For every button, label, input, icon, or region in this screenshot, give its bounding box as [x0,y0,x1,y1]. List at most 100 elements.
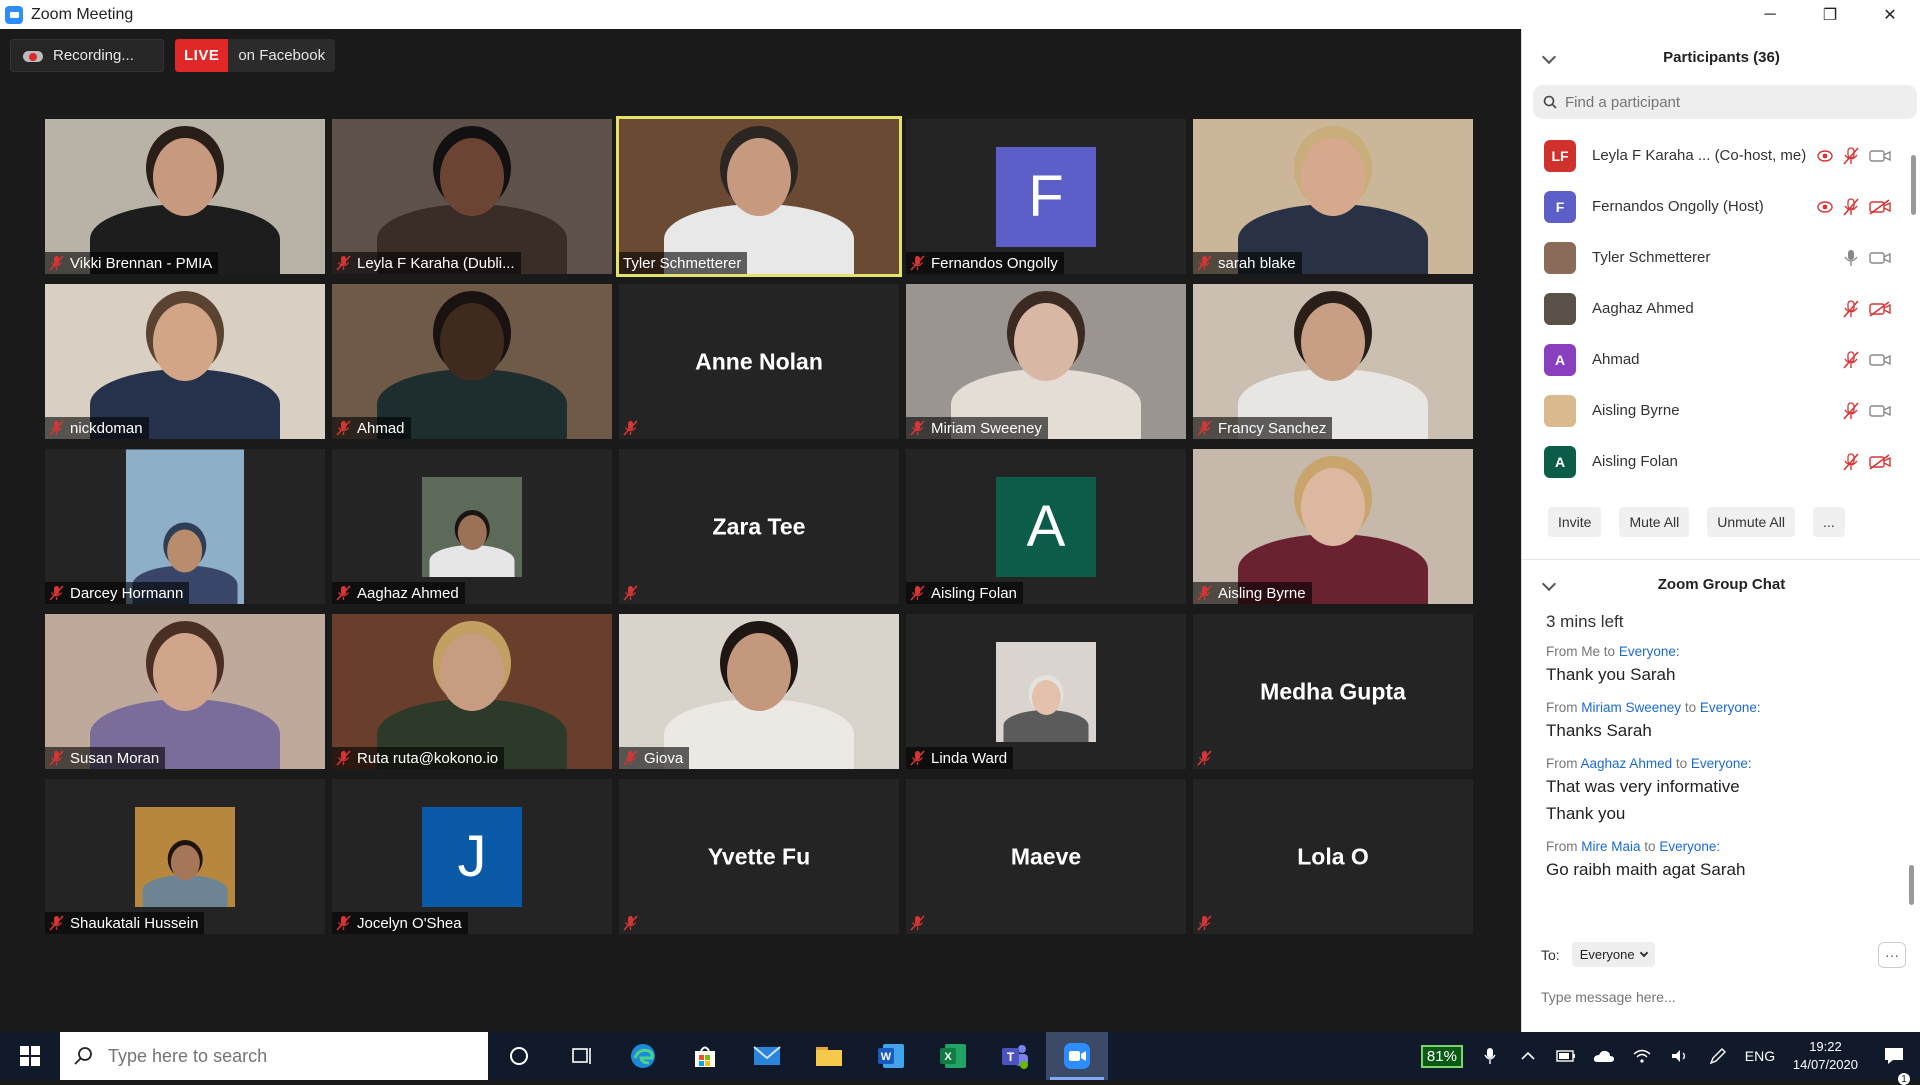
participant-row[interactable]: Aaghaz Ahmed [1522,283,1920,334]
video-tile[interactable]: Tyler Schmetterer [616,116,902,277]
video-tile[interactable]: Lola O [1193,779,1473,934]
participant-list-scrollbar[interactable] [1911,155,1916,215]
participant-search-input[interactable] [1565,93,1865,111]
video-tile[interactable]: nickdoman [45,284,325,439]
video-tile[interactable]: Aisling Byrne [1193,449,1473,604]
video-tile[interactable]: Ahmad [332,284,612,439]
chat-scrollbar[interactable] [1909,865,1914,905]
mic-muted-icon[interactable] [1843,350,1859,369]
video-tile[interactable]: Miriam Sweeney [906,284,1186,439]
video-on-icon[interactable] [1869,149,1891,163]
mic-muted-icon[interactable] [1843,401,1859,420]
mic-on-icon[interactable] [1843,249,1859,267]
battery-indicator[interactable]: 81% [1420,1044,1463,1068]
collapse-chevron-icon[interactable] [1541,49,1557,65]
cortana-button[interactable] [488,1032,550,1080]
video-on-icon[interactable] [1869,404,1891,418]
video-tile[interactable]: Maeve [906,779,1186,934]
chat-sender[interactable]: Aaghaz Ahmed [1581,756,1673,771]
mic-muted-icon[interactable] [1843,452,1859,471]
video-tile[interactable]: F Fernandos Ongolly [906,119,1186,274]
start-button[interactable] [0,1032,60,1080]
store-button[interactable] [674,1032,736,1080]
recipient-select[interactable]: Everyone [1571,942,1655,967]
chat-recipient[interactable]: Everyone: [1659,839,1720,854]
video-tile[interactable]: Yvette Fu [619,779,899,934]
participant-search[interactable] [1533,85,1917,119]
minimize-button[interactable]: ─ [1740,0,1800,29]
chat-message-input[interactable] [1541,989,1901,1005]
more-options-button[interactable]: ... [1812,507,1845,537]
volume-icon[interactable] [1661,1049,1699,1063]
close-button[interactable]: ✕ [1860,0,1920,29]
to-word: to [1603,644,1616,659]
wifi-icon[interactable] [1623,1049,1661,1063]
chat-sender[interactable]: Miriam Sweeney [1581,700,1681,715]
video-tile[interactable]: Giova [619,614,899,769]
mute-all-button[interactable]: Mute All [1619,507,1690,537]
participant-row[interactable]: LF Leyla F Karaha ... (Co-host, me) [1522,130,1920,181]
video-tile[interactable]: Linda Ward [906,614,1186,769]
zoom-taskbar-button[interactable] [1046,1032,1108,1080]
language-indicator[interactable]: ENG [1737,1048,1783,1064]
onedrive-cloud-icon[interactable] [1585,1049,1623,1063]
notifications-button[interactable]: 1 [1868,1047,1920,1085]
microphone-icon[interactable] [1471,1047,1509,1065]
unmute-all-button[interactable]: Unmute All [1707,507,1795,537]
video-off-icon[interactable] [1869,300,1891,317]
task-view-icon [572,1048,591,1064]
word-icon: W [878,1044,904,1068]
video-tile[interactable]: Aaghaz Ahmed [332,449,612,604]
chat-more-button[interactable]: ··· [1878,942,1906,968]
mail-button[interactable] [736,1032,798,1080]
chevron-up-icon[interactable] [1509,1051,1547,1061]
video-tile[interactable]: J Jocelyn O'Shea [332,779,612,934]
battery-icon[interactable] [1547,1050,1585,1062]
excel-button[interactable]: X [922,1032,984,1080]
word-button[interactable]: W [860,1032,922,1080]
chat-collapse-chevron-icon[interactable] [1541,576,1557,592]
maximize-button[interactable]: ❐ [1800,0,1860,29]
video-tile[interactable]: sarah blake [1193,119,1473,274]
mic-muted-icon[interactable] [1843,197,1859,216]
live-stream-indicator[interactable]: LIVE on Facebook [175,39,336,72]
video-tile[interactable]: Anne Nolan [619,284,899,439]
chat-sender[interactable]: Mire Maia [1581,839,1640,854]
taskbar-search[interactable] [60,1032,488,1080]
video-on-icon[interactable] [1869,353,1891,367]
file-explorer-button[interactable] [798,1032,860,1080]
video-off-icon[interactable] [1869,198,1891,215]
participant-row[interactable]: Tyler Schmetterer [1522,232,1920,283]
teams-button[interactable]: T [984,1032,1046,1080]
video-on-icon[interactable] [1869,251,1891,265]
video-tile[interactable]: Leyla F Karaha (Dubli... [332,119,612,274]
video-tile[interactable]: Medha Gupta [1193,614,1473,769]
chat-recipient[interactable]: Everyone: [1619,644,1680,659]
taskbar-search-input[interactable] [108,1045,448,1067]
edge-browser-button[interactable] [612,1032,674,1080]
video-tile[interactable]: Shaukatali Hussein [45,779,325,934]
pen-icon[interactable] [1699,1047,1737,1065]
video-tile[interactable]: Zara Tee [619,449,899,604]
participant-row[interactable]: A Ahmad [1522,334,1920,385]
mic-muted-icon[interactable] [1843,146,1859,165]
video-off-icon[interactable] [1869,453,1891,470]
mic-muted-icon[interactable] [1843,299,1859,318]
video-tile[interactable]: Darcey Hormann [45,449,325,604]
video-tile[interactable]: Ruta ruta@kokono.io [332,614,612,769]
participant-row[interactable]: A Aisling Folan [1522,436,1920,487]
participant-row[interactable]: Aisling Byrne [1522,385,1920,436]
tile-status-bar [1193,747,1224,769]
chat-recipient[interactable]: Everyone: [1700,700,1761,715]
notification-icon [1885,1048,1903,1064]
invite-button[interactable]: Invite [1548,507,1602,537]
video-tile[interactable]: Vikki Brennan - PMIA [45,119,325,274]
recording-indicator[interactable]: Recording... [10,39,164,72]
chat-recipient[interactable]: Everyone: [1691,756,1752,771]
video-tile[interactable]: Francy Sanchez [1193,284,1473,439]
video-tile[interactable]: A Aisling Folan [906,449,1186,604]
video-tile[interactable]: Susan Moran [45,614,325,769]
clock[interactable]: 19:22 14/07/2020 [1793,1038,1858,1074]
task-view-button[interactable] [550,1032,612,1080]
participant-row[interactable]: F Fernandos Ongolly (Host) [1522,181,1920,232]
